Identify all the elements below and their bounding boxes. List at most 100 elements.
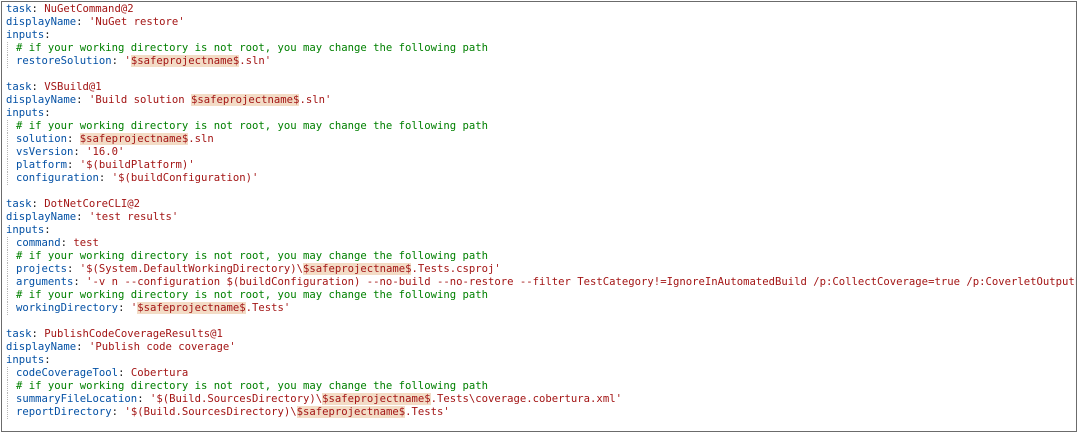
yaml-value: '-v n --configuration $(buildConfigurati… (86, 276, 1077, 289)
code-line: solution: $safeprojectname$.sln (6, 133, 1072, 147)
yaml-value: PublishCodeCoverageResults@1 (44, 328, 223, 341)
yaml-key: displayName (6, 16, 77, 29)
yaml-key: task (6, 81, 32, 94)
punctuation: : (137, 393, 150, 406)
punctuation: : (73, 146, 87, 159)
yaml-key: summaryFileLocation (16, 393, 138, 406)
yaml-value: '$(buildPlatform)' (79, 159, 195, 172)
indent-guide (6, 380, 16, 394)
punctuation: : (44, 354, 51, 367)
yaml-value: .Tests\coverage.cobertura.xml' (430, 393, 622, 406)
yaml-value: '$(Build.SourcesDirectory)\ (124, 406, 297, 419)
template-variable: $safeprojectname$ (79, 133, 189, 146)
code-line: task: DotNetCoreCLI@2 (6, 198, 1072, 211)
code-line: # if your working directory is not root,… (6, 120, 1072, 134)
yaml-comment: # if your working directory is not root,… (16, 250, 488, 263)
code-line: displayName: 'Publish code coverage' (6, 341, 1072, 354)
indent-guide (6, 120, 16, 134)
yaml-code-editor: task: NuGetCommand@2 displayName: 'NuGet … (6, 3, 1076, 420)
yaml-key: configuration (16, 172, 99, 185)
code-line: task: VSBuild@1 (6, 81, 1072, 94)
yaml-comment: # if your working directory is not root,… (16, 380, 488, 393)
code-line: inputs: (6, 107, 1072, 120)
yaml-value: 'Publish code coverage' (88, 341, 236, 354)
yaml-key: task (6, 328, 32, 341)
template-variable: $safeprojectname$ (303, 263, 412, 276)
template-variable: $safeprojectname$ (137, 302, 246, 315)
yaml-key: task (6, 198, 32, 211)
yaml-key: restoreSolution (16, 55, 112, 68)
indent-guide (6, 263, 16, 277)
code-line: workingDirectory: '$safeprojectname$.Tes… (6, 302, 1072, 316)
indent-guide (6, 302, 16, 316)
punctuation: : (31, 198, 45, 211)
yaml-value: '$(buildConfiguration)' (111, 172, 259, 185)
punctuation: : (31, 81, 45, 94)
yaml-key: inputs (6, 354, 45, 367)
yaml-value: VSBuild@1 (44, 81, 102, 94)
yaml-value: .sln' (299, 94, 332, 107)
punctuation: : (44, 29, 51, 42)
template-variable: $safeprojectname$ (296, 406, 406, 419)
indent-guide (6, 133, 16, 147)
yaml-value: 'Build solution (88, 94, 191, 107)
code-line: platform: '$(buildPlatform)' (6, 159, 1072, 173)
punctuation: : (98, 172, 112, 185)
code-line: inputs: (6, 354, 1072, 367)
yaml-value: .Tests' (405, 406, 450, 419)
template-variable: $safeprojectname$ (322, 393, 431, 406)
code-line: inputs: (6, 224, 1072, 237)
punctuation: : (67, 263, 80, 276)
punctuation: : (67, 159, 80, 172)
code-line: arguments: '-v n --configuration $(build… (6, 276, 1076, 290)
yaml-value: .sln' (239, 55, 272, 68)
yaml-value: 'test results' (88, 211, 179, 224)
code-line: restoreSolution: '$safeprojectname$.sln' (6, 55, 1072, 69)
code-line: configuration: '$(buildConfiguration)' (6, 172, 1072, 186)
code-line: task: NuGetCommand@2 (6, 3, 1072, 16)
code-line: task: PublishCodeCoverageResults@1 (6, 328, 1072, 341)
punctuation: : (67, 133, 80, 146)
indent-guide (6, 55, 16, 69)
indent-guide (6, 42, 16, 56)
code-line: command: test (6, 237, 1072, 251)
indent-guide (6, 159, 16, 173)
punctuation: : (44, 224, 51, 237)
indent-guide (6, 276, 16, 290)
template-variable: $safeprojectname$ (130, 55, 240, 68)
yaml-key: projects (16, 263, 68, 276)
yaml-key: displayName (6, 341, 77, 354)
indent-guide (6, 367, 16, 381)
punctuation: : (60, 237, 74, 250)
yaml-key: codeCoverageTool (16, 367, 119, 380)
yaml-comment: # if your working directory is not root,… (16, 120, 488, 133)
punctuation: : (111, 406, 125, 419)
yaml-key: reportDirectory (16, 406, 112, 419)
code-line: displayName: 'Build solution $safeprojec… (6, 94, 1072, 107)
indent-guide (6, 406, 16, 420)
yaml-key: task (6, 3, 32, 15)
yaml-key: command (16, 237, 61, 250)
code-line: vsVersion: '16.0' (6, 146, 1072, 160)
template-variable: $safeprojectname$ (191, 94, 300, 107)
punctuation: : (76, 94, 89, 107)
code-line: summaryFileLocation: '$(Build.SourcesDir… (6, 393, 1072, 407)
punctuation: : (31, 328, 45, 341)
yaml-value: DotNetCoreCLI@2 (44, 198, 140, 211)
yaml-value: Cobertura (130, 367, 189, 380)
code-line: # if your working directory is not root,… (6, 250, 1072, 264)
yaml-key: arguments (16, 276, 74, 289)
indent-guide (6, 146, 16, 160)
indent-guide (6, 172, 16, 186)
yaml-value: ' (124, 55, 131, 68)
yaml-value: .sln (188, 133, 214, 146)
punctuation: : (76, 16, 89, 29)
yaml-value: 'NuGet restore' (88, 16, 185, 29)
yaml-value: '$(System.DefaultWorkingDirectory)\ (79, 263, 304, 276)
yaml-value: .Tests' (245, 302, 291, 315)
indent-guide (6, 237, 16, 251)
punctuation: : (76, 211, 89, 224)
yaml-key: displayName (6, 211, 77, 224)
